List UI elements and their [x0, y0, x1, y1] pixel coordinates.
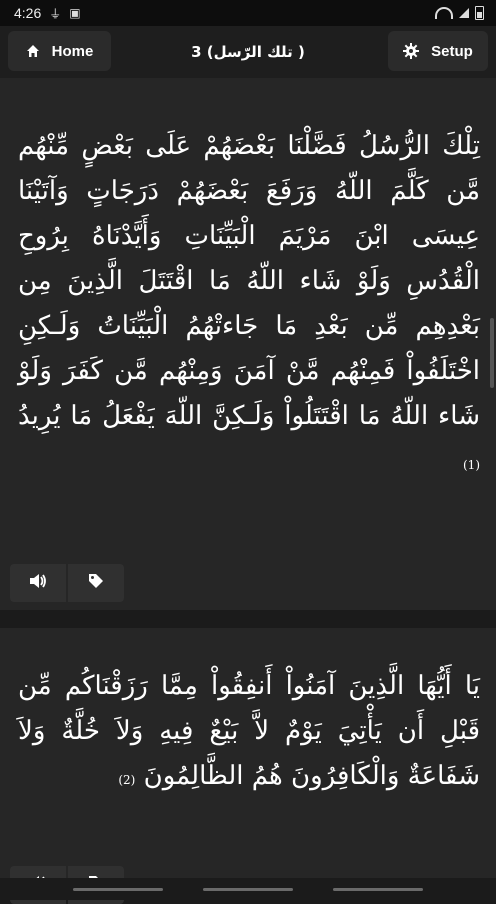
verse-number: (2) — [118, 773, 136, 787]
page-title: 3 (تلك الرّسل ) — [191, 43, 305, 61]
nav-pill[interactable] — [333, 887, 423, 891]
home-button-label: Home — [51, 42, 94, 60]
top-toolbar: Home 3 (تلك الرّسل ) Setup — [0, 26, 496, 79]
tag-icon — [88, 573, 104, 593]
battery-icon — [475, 6, 484, 20]
verse-card: تِلْكَ الرُّسُلُ فَضَّلْنَا بَعْضَهُمْ ع… — [0, 78, 496, 610]
verse-number: (1) — [462, 458, 480, 472]
verse-text: تِلْكَ الرُّسُلُ فَضَّلْنَا بَعْضَهُمْ ع… — [18, 124, 480, 488]
signal-icon — [459, 8, 469, 18]
image-icon: ▣ — [69, 6, 81, 20]
home-button[interactable]: Home — [8, 31, 111, 71]
system-nav-bar — [0, 878, 496, 900]
nav-pill[interactable] — [73, 887, 163, 891]
setup-button-label: Setup — [431, 42, 473, 60]
nav-pill[interactable] — [203, 887, 293, 891]
home-icon — [26, 44, 40, 58]
tag-button[interactable] — [68, 564, 124, 602]
gear-icon — [403, 43, 420, 59]
speaker-icon — [29, 573, 47, 593]
status-time: 4:26 — [14, 5, 42, 21]
verse-body: تِلْكَ الرُّسُلُ فَضَّلْنَا بَعْضَهُمْ ع… — [18, 131, 480, 431]
verse-actions — [10, 564, 124, 602]
scrollbar[interactable] — [490, 318, 494, 388]
usb-icon: ⏚ — [49, 6, 62, 21]
verse-body: يَا أَيُّهَا الَّذِينَ آمَنُواْ أَنفِقُو… — [18, 671, 480, 791]
play-audio-button[interactable] — [10, 564, 66, 602]
status-bar: 4:26 ⏚ ▣ — [0, 0, 496, 26]
verse-card: يَا أَيُّهَا الَّذِينَ آمَنُواْ أَنفِقُو… — [0, 628, 496, 904]
wifi-icon — [435, 7, 453, 19]
setup-button[interactable]: Setup — [388, 31, 488, 71]
verse-text: يَا أَيُّهَا الَّذِينَ آمَنُواْ أَنفِقُو… — [18, 664, 480, 803]
